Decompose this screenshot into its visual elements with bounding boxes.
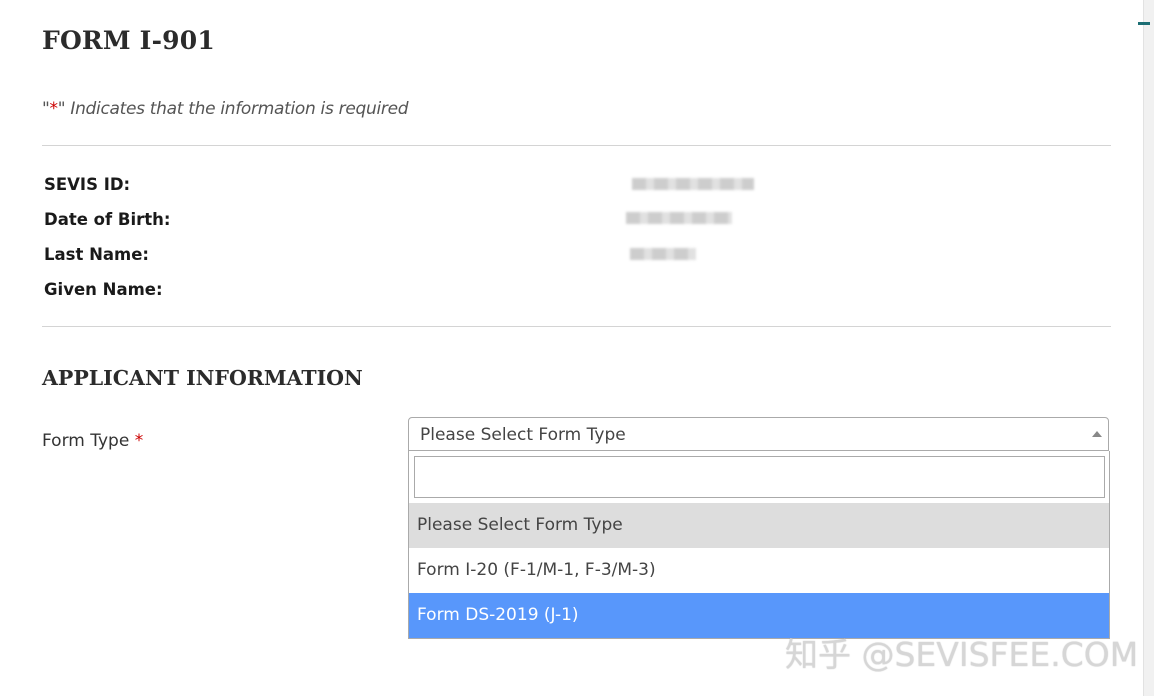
scrollbar-accent [1138, 22, 1150, 25]
caret-up-icon [1092, 431, 1102, 437]
form-type-option-i20[interactable]: Form I-20 (F-1/M-1, F-3/M-3) [409, 548, 1109, 593]
form-type-required-star: * [134, 431, 144, 451]
date-of-birth-value-redacted [626, 212, 732, 224]
page-title: FORM I-901 [42, 26, 215, 55]
divider-top [42, 145, 1111, 146]
sevis-id-value-redacted [632, 178, 754, 190]
form-type-search-input[interactable] [414, 456, 1105, 498]
form-type-label-text: Form Type [42, 431, 130, 451]
form-type-select[interactable]: Please Select Form Type [408, 417, 1109, 451]
given-name-label: Given Name: [44, 280, 163, 299]
divider-bottom [42, 326, 1111, 327]
last-name-label: Last Name: [44, 245, 150, 264]
required-note: "*" Indicates that the information is re… [42, 99, 409, 119]
last-name-value-redacted [630, 248, 696, 260]
required-note-text: " Indicates that the information is requ… [57, 99, 409, 119]
required-note-star: * [49, 99, 59, 119]
sevis-id-label: SEVIS ID: [44, 175, 131, 194]
form-type-selected-value: Please Select Form Type [420, 425, 626, 445]
applicant-information-heading: APPLICANT INFORMATION [42, 366, 363, 390]
date-of-birth-label: Date of Birth: [44, 210, 171, 229]
form-type-dropdown: Please Select Form Type Form I-20 (F-1/M… [408, 451, 1110, 639]
required-note-quote-open: " [42, 99, 50, 119]
form-type-label: Form Type * [42, 431, 143, 451]
page-scrollbar[interactable] [1143, 0, 1154, 696]
watermark: 知乎 @SEVISFEE.COM [785, 635, 1139, 674]
form-type-option-placeholder[interactable]: Please Select Form Type [409, 503, 1109, 548]
